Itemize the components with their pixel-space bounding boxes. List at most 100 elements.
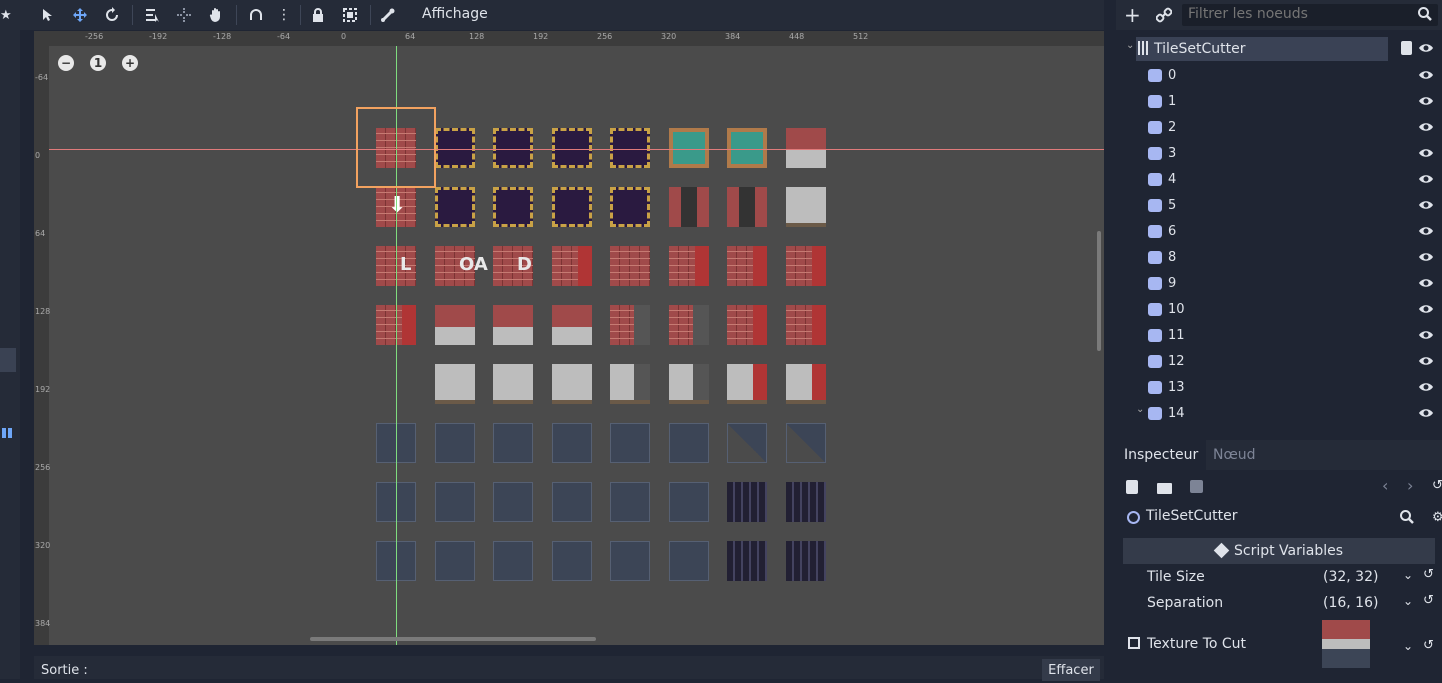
tile-stone bbox=[493, 423, 533, 463]
tree-node-row[interactable]: 10 bbox=[1124, 296, 1442, 322]
inspector-tabs: Inspecteur Nœud bbox=[1116, 440, 1442, 470]
eye-icon[interactable] bbox=[1418, 327, 1434, 347]
tree-node-row[interactable]: 0 bbox=[1124, 62, 1442, 88]
pan-tool-icon[interactable] bbox=[206, 5, 226, 25]
snap-tool-icon[interactable] bbox=[246, 5, 266, 25]
script-icon[interactable] bbox=[1401, 41, 1412, 55]
search-property-icon[interactable] bbox=[1400, 510, 1414, 528]
filter-input[interactable] bbox=[1182, 4, 1404, 24]
tree-node-row[interactable]: 1 bbox=[1124, 88, 1442, 114]
eye-icon[interactable] bbox=[1418, 67, 1434, 87]
zoom-in-button[interactable]: + bbox=[122, 55, 138, 71]
revert-icon[interactable]: ↺ bbox=[1423, 593, 1434, 608]
sprite-node-icon bbox=[1148, 303, 1162, 316]
object-tools-icon[interactable]: ⚙ bbox=[1432, 510, 1442, 525]
horizontal-scrollbar[interactable] bbox=[310, 637, 596, 641]
tree-node-row[interactable]: 11 bbox=[1124, 322, 1442, 348]
canvas-viewport[interactable]: -256 -192 -128 -64 0 64 128 192 256 320 384 448 512 … bbox=[34, 31, 1104, 645]
canvas-toolbar: ⋮ Affichage bbox=[20, 0, 1104, 30]
new-resource-icon[interactable] bbox=[1126, 480, 1138, 494]
rotate-tool-icon[interactable] bbox=[102, 5, 122, 25]
zoom-reset-button[interactable]: 1 bbox=[90, 55, 106, 71]
tree-node-row[interactable]: 6 bbox=[1124, 218, 1442, 244]
eye-icon[interactable] bbox=[1418, 275, 1434, 295]
eye-icon[interactable] bbox=[1418, 119, 1434, 139]
sprite-node-icon bbox=[1148, 355, 1162, 368]
tile-dark bbox=[610, 128, 650, 168]
tree-node-row[interactable]: 8 bbox=[1124, 244, 1442, 270]
skeleton-tool-icon[interactable] bbox=[378, 5, 398, 25]
ruler-tick-label: -192 bbox=[149, 32, 168, 41]
tree-node-row[interactable]: 12 bbox=[1124, 348, 1442, 374]
ruler-tick-label: 448 bbox=[789, 32, 805, 41]
tileset-node-icon bbox=[1138, 41, 1150, 55]
eye-icon[interactable] bbox=[1418, 197, 1434, 217]
dropdown-arrow-icon[interactable]: ⌄ bbox=[1403, 568, 1413, 582]
eye-icon[interactable] bbox=[1418, 223, 1434, 243]
grid-icon[interactable] bbox=[2, 428, 12, 438]
history-back-icon[interactable]: ‹ bbox=[1382, 476, 1388, 495]
node-label: 0 bbox=[1168, 68, 1177, 83]
eye-icon[interactable] bbox=[1418, 301, 1434, 321]
eye-icon[interactable] bbox=[1418, 379, 1434, 399]
tree-node-row[interactable]: 5 bbox=[1124, 192, 1442, 218]
list-select-icon[interactable] bbox=[142, 5, 162, 25]
link-icon[interactable] bbox=[1155, 7, 1173, 27]
tree-node-row[interactable]: 3 bbox=[1124, 140, 1442, 166]
node-label: 3 bbox=[1168, 146, 1177, 161]
search-icon[interactable] bbox=[1418, 7, 1432, 25]
property-value[interactable]: (32, 32) bbox=[1323, 569, 1378, 585]
eye-icon[interactable] bbox=[1418, 405, 1434, 425]
star-icon[interactable]: ★ bbox=[0, 8, 12, 23]
node-label: 9 bbox=[1168, 276, 1177, 291]
clear-output-button[interactable]: Effacer bbox=[1042, 659, 1100, 681]
tile-brick-gray bbox=[786, 128, 826, 168]
eye-icon[interactable] bbox=[1418, 40, 1434, 60]
save-icon[interactable] bbox=[1190, 480, 1203, 493]
view-menu[interactable]: Affichage bbox=[422, 6, 488, 22]
select-tool-icon[interactable] bbox=[38, 5, 58, 25]
history-icon[interactable]: ↺ bbox=[1432, 478, 1442, 493]
more-options-icon[interactable]: ⋮ bbox=[274, 5, 294, 25]
selection-box[interactable] bbox=[356, 107, 436, 188]
property-texture-to-cut[interactable]: Texture To Cut ⌄ ↺ bbox=[1116, 620, 1442, 670]
tree-node-row[interactable]: 9 bbox=[1124, 270, 1442, 296]
eye-icon[interactable] bbox=[1418, 145, 1434, 165]
add-node-icon[interactable]: + bbox=[1124, 3, 1141, 27]
collapse-arrow-icon[interactable]: ⌄ bbox=[1136, 404, 1144, 415]
dock-tab[interactable] bbox=[0, 348, 16, 372]
open-folder-icon[interactable] bbox=[1157, 483, 1172, 494]
tree-node-row[interactable]: 4 bbox=[1124, 166, 1442, 192]
revert-icon[interactable]: ↺ bbox=[1423, 567, 1434, 582]
eye-icon[interactable] bbox=[1418, 353, 1434, 373]
property-tile-size[interactable]: Tile Size (32, 32) ⌄ ↺ bbox=[1116, 564, 1442, 590]
lock-icon[interactable] bbox=[308, 5, 328, 25]
section-header[interactable]: Script Variables bbox=[1123, 538, 1435, 564]
texture-preview[interactable] bbox=[1322, 620, 1370, 668]
tile-pillar bbox=[727, 482, 767, 522]
revert-icon[interactable]: ↺ bbox=[1423, 638, 1434, 653]
tree-node-row[interactable]: 13 bbox=[1124, 374, 1442, 400]
history-forward-icon[interactable]: › bbox=[1407, 476, 1413, 495]
eye-icon[interactable] bbox=[1418, 249, 1434, 269]
tree-node-row[interactable]: ⌄ 14 bbox=[1124, 400, 1442, 426]
property-separation[interactable]: Separation (16, 16) ⌄ ↺ bbox=[1116, 590, 1442, 616]
eye-icon[interactable] bbox=[1418, 171, 1434, 191]
tile-stone bbox=[435, 423, 475, 463]
tile-brick-OA: OA bbox=[435, 246, 488, 286]
dropdown-arrow-icon[interactable]: ⌄ bbox=[1403, 639, 1413, 653]
tab-node[interactable]: Nœud bbox=[1205, 440, 1264, 470]
vertical-scrollbar[interactable] bbox=[1097, 231, 1101, 351]
tile-brick bbox=[610, 246, 650, 286]
tree-root-row[interactable]: ⌄ TileSetCutter bbox=[1124, 36, 1442, 62]
property-value[interactable]: (16, 16) bbox=[1323, 595, 1378, 611]
dropdown-arrow-icon[interactable]: ⌄ bbox=[1403, 594, 1413, 608]
zoom-out-button[interactable]: − bbox=[58, 55, 74, 71]
pivot-tool-icon[interactable] bbox=[174, 5, 194, 25]
tab-inspector[interactable]: Inspecteur bbox=[1116, 440, 1207, 470]
group-icon[interactable] bbox=[340, 5, 360, 25]
tree-node-row[interactable]: 2 bbox=[1124, 114, 1442, 140]
eye-icon[interactable] bbox=[1418, 93, 1434, 113]
move-tool-icon[interactable] bbox=[70, 5, 90, 25]
collapse-arrow-icon[interactable]: ⌄ bbox=[1126, 40, 1134, 51]
